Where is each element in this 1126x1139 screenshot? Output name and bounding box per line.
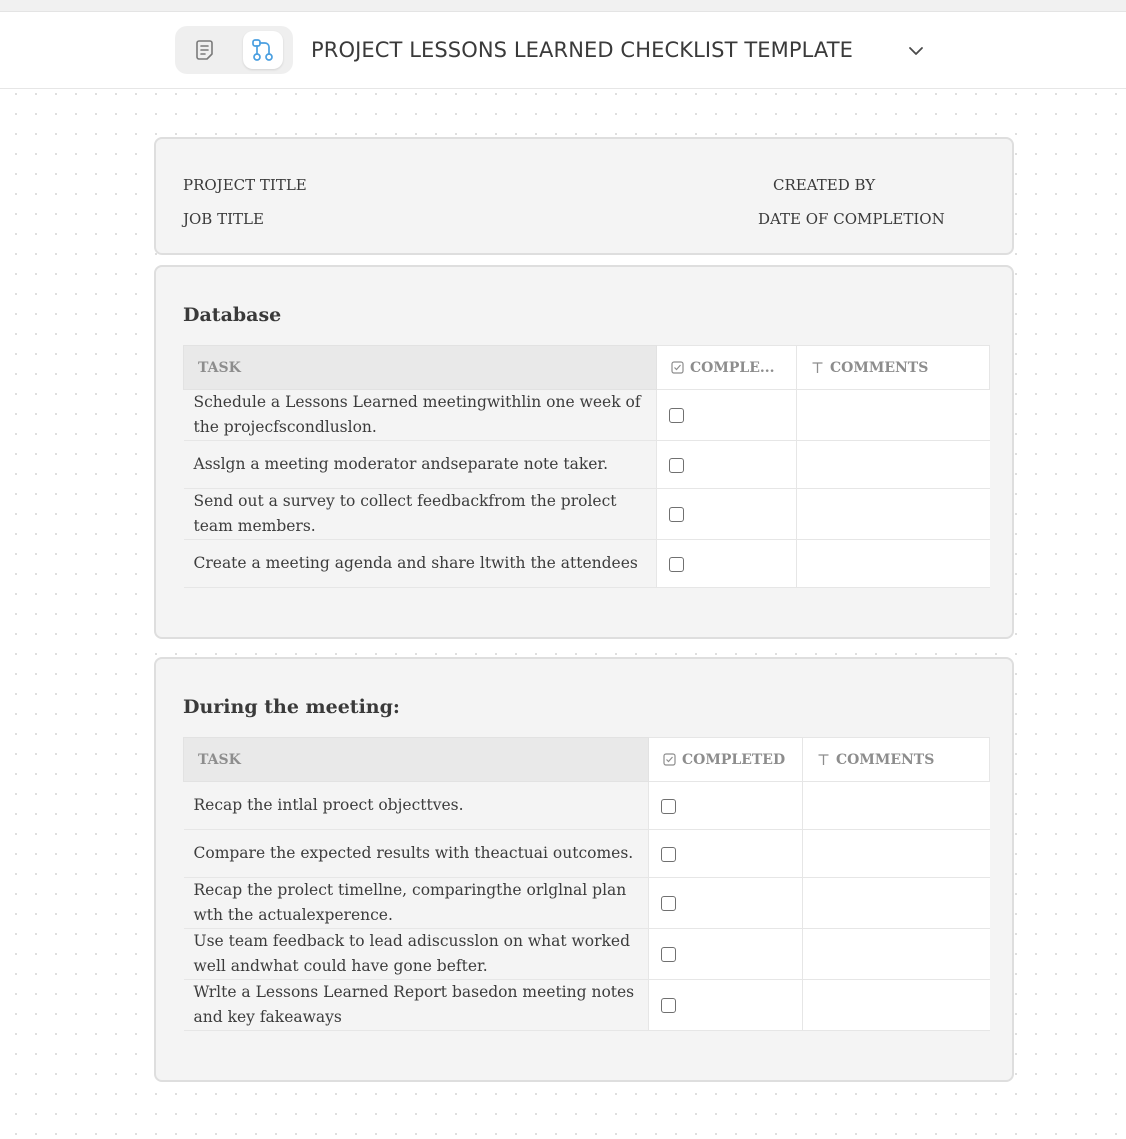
date-of-completion-label: DATE OF COMPLETION <box>758 210 945 228</box>
completed-cell <box>656 440 797 489</box>
meeting-title: During the meeting: <box>183 696 400 718</box>
doc-title[interactable]: PROJECT LESSONS LEARNED CHECKLIST TEMPLA… <box>311 36 853 64</box>
task-cell[interactable]: Wrlte a Lessons Learned Report basedon m… <box>183 979 649 1031</box>
completed-cell <box>656 488 797 540</box>
completed-cell <box>648 877 803 929</box>
comments-cell[interactable] <box>802 928 990 980</box>
text-column-icon <box>818 753 829 765</box>
comments-cell[interactable] <box>802 829 990 878</box>
completed-checkbox[interactable] <box>669 408 684 423</box>
task-cell[interactable]: Recap the prolect timellne, comparingthe… <box>183 877 649 929</box>
completed-cell <box>656 539 797 588</box>
table-row: Recap the prolect timellne, comparingthe… <box>183 877 990 929</box>
whiteboard-view-icon <box>252 39 273 61</box>
view-switcher <box>175 26 293 74</box>
table-row: Send out a survey to collect feedbackfro… <box>183 488 990 540</box>
completed-column-label: COMPLETED <box>682 751 786 768</box>
doc-view-button[interactable] <box>186 31 224 69</box>
comments-cell[interactable] <box>802 781 990 830</box>
completed-checkbox[interactable] <box>669 457 684 473</box>
meeting-card: During the meeting: TASK COMPLETED COMME… <box>154 657 1014 1082</box>
task-cell[interactable]: Compare the expected results with theact… <box>183 829 649 878</box>
completed-checkbox[interactable] <box>661 846 676 862</box>
whiteboard-view-button[interactable] <box>243 31 283 69</box>
completed-checkbox[interactable] <box>661 947 676 962</box>
completed-cell <box>648 979 803 1031</box>
task-cell[interactable]: Use team feedback to lead adiscusslon on… <box>183 928 649 980</box>
comments-column-header[interactable]: COMMENTS <box>796 345 990 390</box>
table-row: Schedule a Lessons Learned meetingwithli… <box>183 389 990 441</box>
database-title: Database <box>183 304 282 326</box>
completed-checkbox[interactable] <box>669 507 684 522</box>
doc-view-icon <box>196 40 213 60</box>
table-row: Compare the expected results with theact… <box>183 829 990 878</box>
checkbox-column-icon <box>671 360 684 374</box>
project-title-label: PROJECT TITLE <box>183 176 307 194</box>
database-card: Database TASK COMPLE... COMMENTS Schedul… <box>154 265 1014 639</box>
project-info-card: PROJECT TITLE JOB TITLE CREATED BY DATE … <box>154 137 1014 255</box>
database-table: TASK COMPLE... COMMENTS Schedule a Lesso… <box>183 345 990 588</box>
completed-column-header[interactable]: COMPLE... <box>656 345 797 390</box>
checkbox-column-icon <box>663 752 676 766</box>
comments-column-header[interactable]: COMMENTS <box>802 737 990 782</box>
task-column-header[interactable]: TASK <box>183 737 649 782</box>
completed-cell <box>648 781 803 830</box>
table-row: Use team feedback to lead adiscusslon on… <box>183 928 990 980</box>
completed-checkbox[interactable] <box>661 896 676 911</box>
completed-column-header[interactable]: COMPLETED <box>648 737 803 782</box>
comments-cell[interactable] <box>802 979 990 1031</box>
completed-cell <box>656 389 797 441</box>
task-cell[interactable]: Recap the intlal proect objecttves. <box>183 781 649 830</box>
task-cell[interactable]: Create a meeting agenda and share ltwith… <box>183 539 657 588</box>
comments-cell[interactable] <box>796 389 990 441</box>
task-column-header[interactable]: TASK <box>183 345 657 390</box>
completed-checkbox[interactable] <box>661 998 676 1013</box>
completed-column-label: COMPLE... <box>690 359 775 376</box>
comments-cell[interactable] <box>796 539 990 588</box>
table-header-row: TASK COMPLE... COMMENTS <box>183 345 990 390</box>
task-cell[interactable]: Send out a survey to collect feedbackfro… <box>183 488 657 540</box>
job-title-label: JOB TITLE <box>183 210 264 228</box>
completed-cell <box>648 829 803 878</box>
comments-cell[interactable] <box>796 488 990 540</box>
table-header-row: TASK COMPLETED COMMENTS <box>183 737 990 782</box>
top-strip <box>0 0 1126 12</box>
completed-checkbox[interactable] <box>661 798 676 814</box>
task-cell[interactable]: Schedule a Lessons Learned meetingwithli… <box>183 389 657 441</box>
table-row: Create a meeting agenda and share ltwith… <box>183 539 990 588</box>
text-column-icon <box>812 361 823 373</box>
meeting-table: TASK COMPLETED COMMENTS Recap the intlal… <box>183 737 990 1031</box>
comments-column-label: COMMENTS <box>836 751 935 768</box>
completed-checkbox[interactable] <box>669 556 684 572</box>
task-cell[interactable]: Asslgn a meeting moderator andseparate n… <box>183 440 657 489</box>
table-row: Wrlte a Lessons Learned Report basedon m… <box>183 979 990 1031</box>
created-by-label: CREATED BY <box>773 176 876 194</box>
comments-column-label: COMMENTS <box>830 359 929 376</box>
table-row: Recap the intlal proect objecttves. <box>183 781 990 830</box>
comments-cell[interactable] <box>796 440 990 489</box>
doc-header: PROJECT LESSONS LEARNED CHECKLIST TEMPLA… <box>0 12 1126 89</box>
chevron-down-icon[interactable] <box>905 40 927 62</box>
comments-cell[interactable] <box>802 877 990 929</box>
table-row: Asslgn a meeting moderator andseparate n… <box>183 440 990 489</box>
completed-cell <box>648 928 803 980</box>
